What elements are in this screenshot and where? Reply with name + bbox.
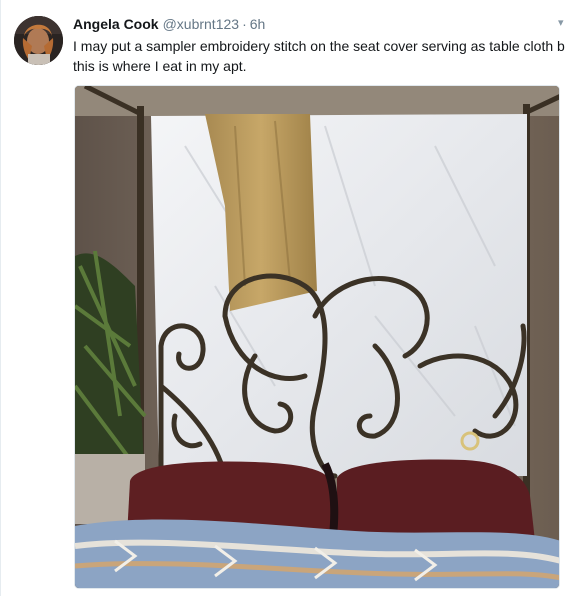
tweet-text-line-1: I may put a sampler embroidery stitch on… (73, 38, 565, 54)
tweet-photo[interactable] (74, 85, 560, 589)
avatar[interactable] (14, 16, 63, 65)
chevron-down-icon[interactable]: ▾ (558, 17, 564, 29)
tweet-text: I may put a sampler embroidery stitch on… (73, 36, 566, 76)
author-name[interactable]: Angela Cook (73, 16, 159, 32)
tweet: Angela Cook @xubrnt123 · 6h ▾ I may put a s… (0, 0, 566, 596)
header-separator: · (242, 16, 247, 32)
bed-photo (75, 86, 559, 588)
tweet-text-line-2: this is where I eat in my apt. (73, 58, 247, 74)
tweet-timestamp[interactable]: 6h (250, 16, 266, 32)
avatar-image (14, 16, 63, 65)
author-handle[interactable]: @xubrnt123 (163, 16, 239, 32)
tweet-header: Angela Cook @xubrnt123 · 6h (73, 15, 265, 33)
